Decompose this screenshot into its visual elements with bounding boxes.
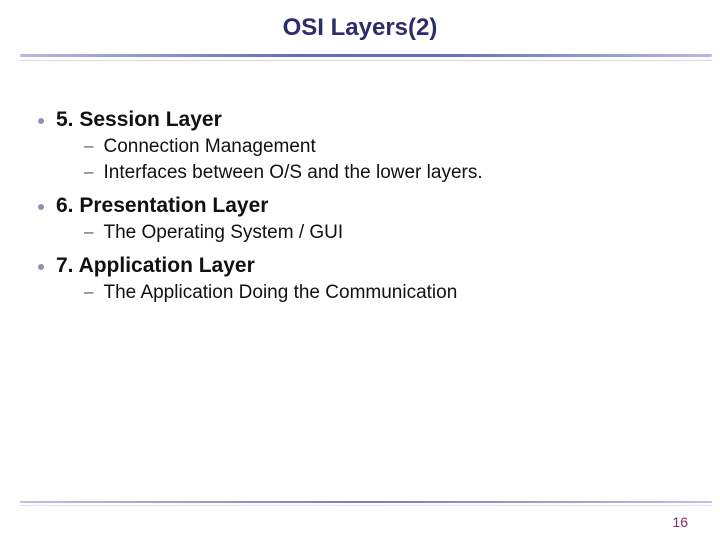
sub-bullet: – The Operating System / GUI: [84, 222, 690, 244]
sub-bullet: – Connection Management: [84, 136, 690, 158]
bullet-dot-icon: [38, 204, 44, 210]
sub-bullet-text: The Operating System / GUI: [103, 222, 343, 244]
slide: OSI Layers(2) 5. Session Layer – Connect…: [0, 0, 720, 540]
bullet-dot-icon: [38, 264, 44, 270]
bullet-dot-icon: [38, 118, 44, 124]
footer-divider: [0, 501, 720, 506]
sub-bullet-text: Connection Management: [103, 136, 315, 158]
bullet-label: 6. Presentation Layer: [56, 194, 268, 218]
slide-title: OSI Layers(2): [0, 0, 720, 42]
bullet-application-layer: 7. Application Layer: [38, 254, 690, 278]
bullet-presentation-layer: 6. Presentation Layer: [38, 194, 690, 218]
dash-icon: –: [84, 136, 93, 156]
bullet-label: 5. Session Layer: [56, 108, 222, 132]
sub-bullet-text: The Application Doing the Communication: [103, 282, 457, 304]
content-area: 5. Session Layer – Connection Management…: [38, 108, 690, 304]
sub-bullet: – Interfaces between O/S and the lower l…: [84, 162, 690, 184]
sub-bullet-text: Interfaces between O/S and the lower lay…: [103, 162, 482, 184]
dash-icon: –: [84, 222, 93, 242]
sub-bullet: – The Application Doing the Communicatio…: [84, 282, 690, 304]
bullet-label: 7. Application Layer: [56, 254, 255, 278]
page-number: 16: [672, 514, 688, 530]
title-divider: [0, 54, 720, 61]
dash-icon: –: [84, 282, 93, 302]
dash-icon: –: [84, 162, 93, 182]
bullet-session-layer: 5. Session Layer: [38, 108, 690, 132]
